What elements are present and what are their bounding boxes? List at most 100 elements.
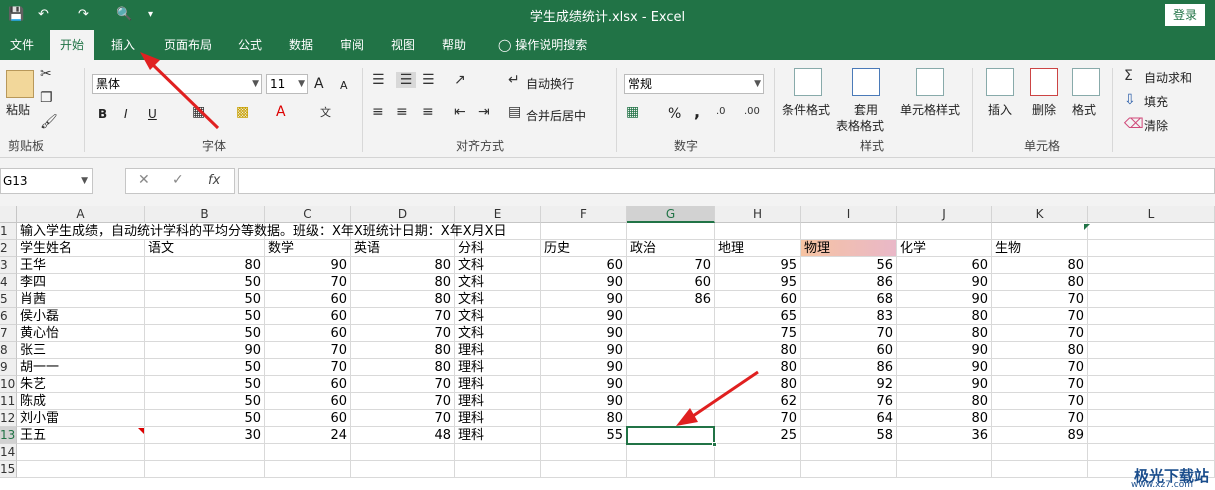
font-size-select[interactable]: 11 ▼ (266, 74, 308, 94)
cell-I10[interactable]: 92 (801, 376, 897, 393)
cell-I14[interactable] (801, 444, 897, 461)
cell-E9[interactable]: 理科 (455, 359, 541, 376)
cell-D10[interactable]: 70 (351, 376, 455, 393)
cell-D3[interactable]: 80 (351, 257, 455, 274)
cell-D8[interactable]: 80 (351, 342, 455, 359)
fill-button[interactable]: 填充 (1144, 94, 1168, 110)
cell-A4[interactable]: 李四 (17, 274, 145, 291)
select-all-corner[interactable] (0, 206, 17, 223)
cell-L10[interactable] (1088, 376, 1215, 393)
cell-H12[interactable]: 70 (715, 410, 801, 427)
cell-E6[interactable]: 文科 (455, 308, 541, 325)
cell-F1[interactable] (541, 223, 627, 240)
tell-me-search[interactable]: ◯ 操作说明搜索 (488, 30, 597, 60)
cell-K11[interactable]: 70 (992, 393, 1088, 410)
row-header-4[interactable]: 4 (0, 274, 17, 291)
cell-I13[interactable]: 58 (801, 427, 897, 444)
cell-I15[interactable] (801, 461, 897, 478)
cell-E5[interactable]: 文科 (455, 291, 541, 308)
cell-J2[interactable]: 化学 (897, 240, 992, 257)
cell-F4[interactable]: 90 (541, 274, 627, 291)
cell-G6[interactable] (627, 308, 715, 325)
tab-file[interactable]: 文件 (0, 30, 44, 60)
cell-F11[interactable]: 90 (541, 393, 627, 410)
cell-B12[interactable]: 50 (145, 410, 265, 427)
cell-B7[interactable]: 50 (145, 325, 265, 342)
align-top-icon[interactable]: ☰ (372, 72, 385, 88)
borders-icon[interactable]: ▦ (192, 104, 205, 120)
cell-E7[interactable]: 文科 (455, 325, 541, 342)
cell-C9[interactable]: 70 (265, 359, 351, 376)
cell-I5[interactable]: 68 (801, 291, 897, 308)
cell-H7[interactable]: 75 (715, 325, 801, 342)
row-header-11[interactable]: 11 (0, 393, 17, 410)
cell-J1[interactable] (897, 223, 992, 240)
cell-I4[interactable]: 86 (801, 274, 897, 291)
format-painter-icon[interactable]: 🖌 (40, 114, 58, 130)
cell-H8[interactable]: 80 (715, 342, 801, 359)
cell-G3[interactable]: 70 (627, 257, 715, 274)
cell-D2[interactable]: 英语 (351, 240, 455, 257)
cell-F9[interactable]: 90 (541, 359, 627, 376)
cell-B4[interactable]: 50 (145, 274, 265, 291)
row-header-15[interactable]: 15 (0, 461, 17, 478)
cell-L12[interactable] (1088, 410, 1215, 427)
cell-C13[interactable]: 24 (265, 427, 351, 444)
insert-function-button[interactable]: fx (208, 173, 220, 188)
column-header-I[interactable]: I (801, 206, 897, 223)
cell-F15[interactable] (541, 461, 627, 478)
cell-K6[interactable]: 70 (992, 308, 1088, 325)
cell-A7[interactable]: 黄心怡 (17, 325, 145, 342)
paste-icon[interactable] (6, 70, 34, 98)
conditional-format-icon[interactable] (794, 68, 822, 96)
cell-H3[interactable]: 95 (715, 257, 801, 274)
cell-C4[interactable]: 70 (265, 274, 351, 291)
cell-I1[interactable] (801, 223, 897, 240)
row-header-1[interactable]: 1 (0, 223, 17, 240)
cell-L8[interactable] (1088, 342, 1215, 359)
shrink-font-button[interactable]: A (340, 78, 348, 94)
cell-G4[interactable]: 60 (627, 274, 715, 291)
tab-data[interactable]: 数据 (279, 30, 323, 60)
cell-A9[interactable]: 胡一一 (17, 359, 145, 376)
cell-G9[interactable] (627, 359, 715, 376)
row-header-7[interactable]: 7 (0, 325, 17, 342)
cell-J7[interactable]: 80 (897, 325, 992, 342)
cell-K5[interactable]: 70 (992, 291, 1088, 308)
cell-C2[interactable]: 数学 (265, 240, 351, 257)
tab-insert[interactable]: 插入 (101, 30, 145, 60)
cell-G14[interactable] (627, 444, 715, 461)
format-as-table-line1[interactable]: 套用 (854, 102, 878, 118)
cell-D11[interactable]: 70 (351, 393, 455, 410)
cell-H13[interactable]: 25 (715, 427, 801, 444)
align-bottom-icon[interactable]: ☰ (422, 72, 435, 88)
cell-F8[interactable]: 90 (541, 342, 627, 359)
cell-C11[interactable]: 60 (265, 393, 351, 410)
cell-A15[interactable] (17, 461, 145, 478)
font-color-icon[interactable]: A (276, 104, 286, 120)
login-button[interactable]: 登录 (1165, 4, 1205, 26)
increase-decimal-icon[interactable]: .0 (716, 106, 726, 117)
cell-H11[interactable]: 62 (715, 393, 801, 410)
cell-B2[interactable]: 语文 (145, 240, 265, 257)
cell-L11[interactable] (1088, 393, 1215, 410)
cell-A13[interactable]: 王五 (17, 427, 145, 444)
row-header-9[interactable]: 9 (0, 359, 17, 376)
cell-A12[interactable]: 刘小雷 (17, 410, 145, 427)
cell-G12[interactable] (627, 410, 715, 427)
grow-font-button[interactable]: A (314, 76, 324, 92)
cell-K15[interactable] (992, 461, 1088, 478)
cell-F12[interactable]: 80 (541, 410, 627, 427)
cell-C6[interactable]: 60 (265, 308, 351, 325)
cell-J3[interactable]: 60 (897, 257, 992, 274)
column-header-A[interactable]: A (17, 206, 145, 223)
eraser-icon[interactable]: ⌫ (1124, 116, 1144, 132)
cell-B13[interactable]: 30 (145, 427, 265, 444)
wrap-text-button[interactable]: 自动换行 (526, 76, 574, 92)
align-left-icon[interactable]: ≡ (372, 104, 384, 120)
cell-L13[interactable] (1088, 427, 1215, 444)
fill-color-icon[interactable]: ▩ (236, 104, 249, 120)
formula-input[interactable] (238, 168, 1215, 194)
cell-H14[interactable] (715, 444, 801, 461)
cell-J9[interactable]: 90 (897, 359, 992, 376)
